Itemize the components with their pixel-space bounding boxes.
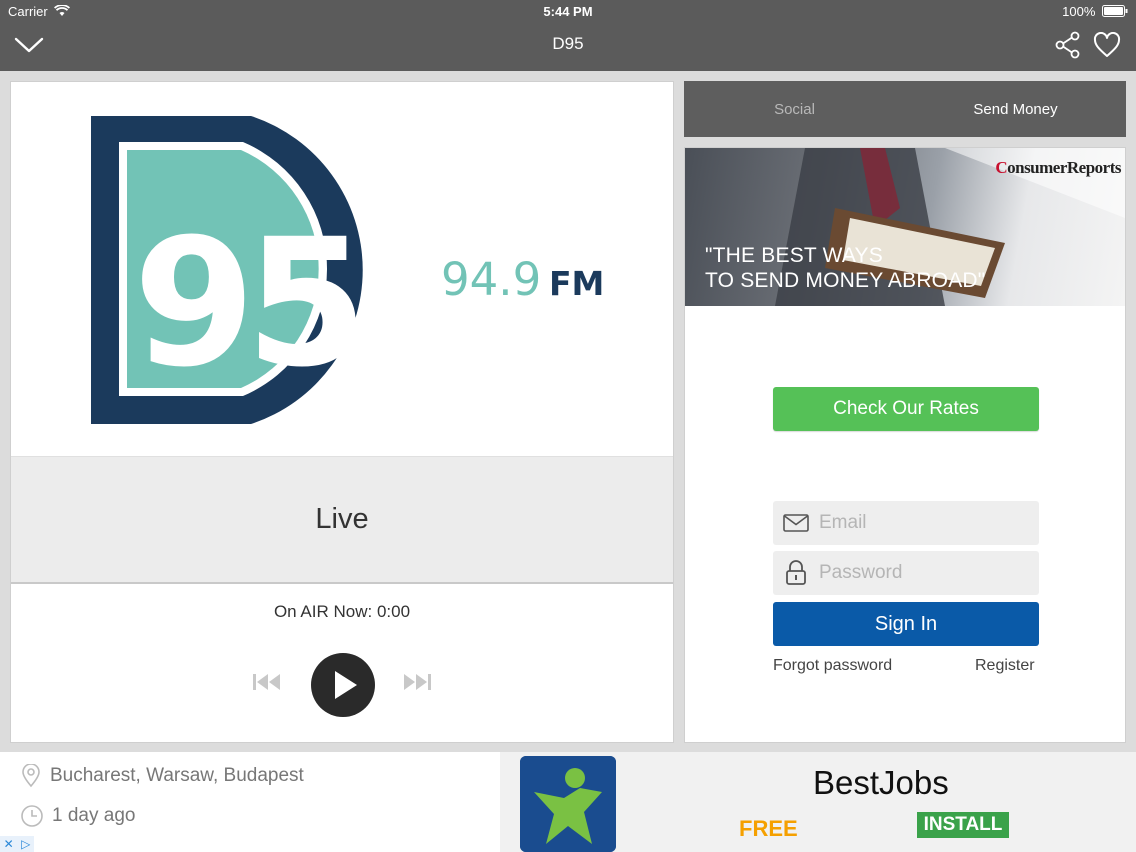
elapsed-time: 0:00 bbox=[376, 602, 411, 621]
top-bar: Carrier 5:44 PM 100% D95 bbox=[0, 0, 1136, 71]
password-input[interactable] bbox=[819, 562, 1029, 584]
next-button[interactable] bbox=[402, 672, 432, 697]
play-button[interactable] bbox=[310, 652, 376, 723]
logo-numerals: 95 bbox=[133, 201, 358, 406]
bestjobs-app-icon[interactable] bbox=[520, 756, 616, 852]
d95-logo: 95 94.9 FM bbox=[91, 116, 604, 424]
consumer-reports-banner[interactable]: ConsumerReports "THE BEST WAYS TO SEND M… bbox=[685, 148, 1125, 306]
station-panel: 95 94.9 FM Live On AIR Now: 0:00 bbox=[10, 81, 674, 743]
sign-in-button[interactable]: Sign In bbox=[773, 602, 1039, 646]
check-rates-button[interactable]: Check Our Rates bbox=[773, 387, 1039, 431]
station-frequency: 94.9 bbox=[441, 253, 541, 306]
forgot-password-link[interactable]: Forgot password bbox=[773, 657, 892, 675]
tab-social[interactable]: Social bbox=[684, 81, 905, 137]
location-pin-icon bbox=[20, 764, 42, 788]
battery-icon bbox=[1102, 5, 1128, 17]
envelope-icon bbox=[773, 514, 819, 532]
share-icon bbox=[1055, 31, 1080, 59]
ad-free-label: FREE bbox=[739, 816, 798, 841]
live-label: Live bbox=[315, 503, 369, 535]
share-button[interactable] bbox=[1051, 30, 1085, 60]
register-link[interactable]: Register bbox=[975, 657, 1035, 675]
clock-icon bbox=[20, 804, 44, 828]
play-icon bbox=[311, 653, 375, 717]
ad-info: Bucharest, Warsaw, Budapest 1 day ago ✕ … bbox=[0, 752, 500, 852]
on-air-status: On AIR Now: 0:00 bbox=[11, 602, 673, 622]
consumer-reports-logo: ConsumerReports bbox=[995, 158, 1121, 177]
live-section[interactable]: Live bbox=[11, 456, 673, 584]
ad-app-promo: BestJobs FREE INSTALL bbox=[500, 752, 1136, 852]
tab-send-money[interactable]: Send Money bbox=[905, 81, 1126, 137]
skip-forward-icon bbox=[404, 674, 431, 690]
star-figure-icon bbox=[520, 756, 616, 852]
ad-app-name: BestJobs bbox=[813, 764, 949, 801]
banner-quote: "THE BEST WAYS TO SEND MONEY ABROAD" bbox=[705, 244, 986, 292]
tab-bar: Social Send Money bbox=[684, 81, 1126, 137]
send-money-panel: ConsumerReports "THE BEST WAYS TO SEND M… bbox=[684, 147, 1126, 743]
skip-back-icon bbox=[253, 674, 280, 690]
on-air-label: On AIR Now: bbox=[273, 602, 373, 621]
player-controls: On AIR Now: 0:00 bbox=[11, 586, 673, 742]
password-field[interactable] bbox=[773, 551, 1039, 595]
battery-percent: 100% bbox=[1062, 4, 1096, 19]
ad-banner[interactable]: Bucharest, Warsaw, Budapest 1 day ago ✕ … bbox=[0, 752, 1136, 852]
install-button[interactable]: INSTALL bbox=[917, 812, 1009, 838]
lock-icon bbox=[773, 560, 819, 586]
status-time: 5:44 PM bbox=[543, 4, 593, 19]
ad-location: Bucharest, Warsaw, Budapest bbox=[20, 764, 304, 788]
previous-button[interactable] bbox=[252, 672, 282, 697]
ad-posted: 1 day ago bbox=[20, 804, 135, 828]
ad-choices-button[interactable]: ✕ ▷ bbox=[0, 836, 34, 852]
favorite-button[interactable] bbox=[1090, 30, 1124, 60]
email-field[interactable] bbox=[773, 501, 1039, 545]
nav-title: D95 bbox=[552, 34, 584, 53]
ad-choices-icon: ▷ bbox=[21, 837, 31, 851]
station-band: FM bbox=[549, 264, 604, 303]
station-logo: 95 94.9 FM bbox=[11, 82, 673, 456]
heart-icon bbox=[1093, 32, 1121, 57]
close-ad-icon: ✕ bbox=[3, 837, 14, 851]
email-input[interactable] bbox=[819, 512, 1029, 534]
status-battery: 100% bbox=[1062, 4, 1128, 19]
